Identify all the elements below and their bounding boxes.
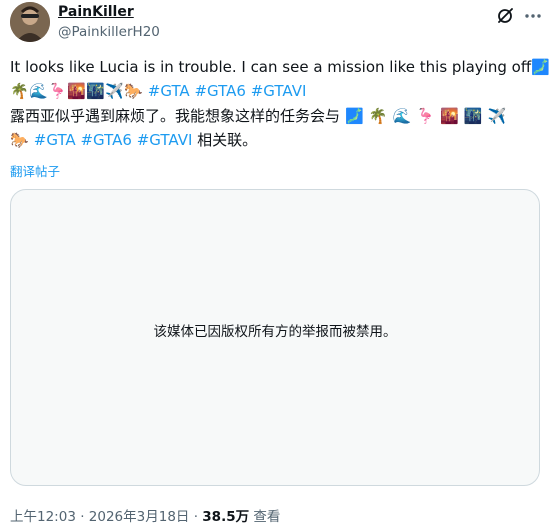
- views-count: 38.5万: [202, 509, 250, 525]
- hashtag-gta[interactable]: #GTA: [148, 82, 190, 100]
- wave-emoji: 🌊: [392, 107, 412, 125]
- palm-tree-emoji: 🌴: [10, 82, 29, 100]
- post-metadata: 上午12:03 · 2026年3月18日 · 38.5万 查看: [10, 505, 280, 525]
- more-options-icon[interactable]: [522, 6, 544, 26]
- hashtag-gtavi[interactable]: #GTAVI: [137, 131, 193, 149]
- hashtag-gtavi[interactable]: #GTAVI: [251, 82, 307, 100]
- wave-emoji: 🌊: [29, 82, 48, 100]
- horse-emoji: 🐎: [124, 82, 143, 100]
- airplane-emoji: ✈️: [487, 107, 507, 125]
- post-text-zh-suffix: 相关联。: [197, 131, 258, 149]
- night-city-emoji: 🌃: [86, 82, 105, 100]
- sunset-city-emoji: 🌇: [67, 82, 86, 100]
- japan-map-emoji: 🗾: [531, 58, 550, 76]
- post-text-zh-main: 露西亚似乎遇到麻烦了。我能想象这样的任务会与: [10, 107, 341, 125]
- author-handle[interactable]: @PainkillerH20: [58, 24, 160, 40]
- flamingo-emoji: 🦩: [48, 82, 67, 100]
- grok-icon[interactable]: [495, 6, 515, 26]
- hashtag-gta[interactable]: #GTA: [34, 131, 76, 149]
- translate-post-link[interactable]: 翻译帖子: [10, 161, 60, 180]
- horse-emoji: 🐎: [10, 131, 29, 149]
- author-display-name[interactable]: PainKiller: [58, 4, 134, 20]
- post-text-en-main: It looks like Lucia is in trouble. I can…: [10, 58, 532, 76]
- blocked-media-container: 该媒体已因版权所有方的举报而被禁用。: [10, 189, 540, 486]
- sunset-city-emoji: 🌇: [440, 107, 459, 125]
- post-timestamp[interactable]: 上午12:03 · 2026年3月18日 ·: [10, 509, 202, 525]
- post-text-chinese: 露西亚似乎遇到麻烦了。我能想象这样的任务会与 🗾 🌴 🌊 🦩 🌇 🌃 ✈️ 🐎 …: [10, 104, 540, 152]
- avatar-image: [10, 2, 50, 42]
- hashtag-gta6[interactable]: #GTA6: [194, 82, 245, 100]
- palm-tree-emoji: 🌴: [368, 107, 388, 125]
- airplane-emoji: ✈️: [105, 82, 124, 100]
- japan-map-emoji: 🗾: [344, 107, 364, 125]
- post-header: PainKiller @PainkillerH20: [10, 2, 541, 44]
- media-blocked-message: 该媒体已因版权所有方的举报而被禁用。: [153, 324, 397, 340]
- avatar[interactable]: [10, 2, 50, 42]
- views-label: 查看: [249, 509, 281, 525]
- flamingo-emoji: 🦩: [416, 107, 435, 125]
- night-city-emoji: 🌃: [463, 107, 483, 125]
- hashtag-gta6[interactable]: #GTA6: [80, 131, 131, 149]
- post-text-english: It looks like Lucia is in trouble. I can…: [10, 55, 550, 103]
